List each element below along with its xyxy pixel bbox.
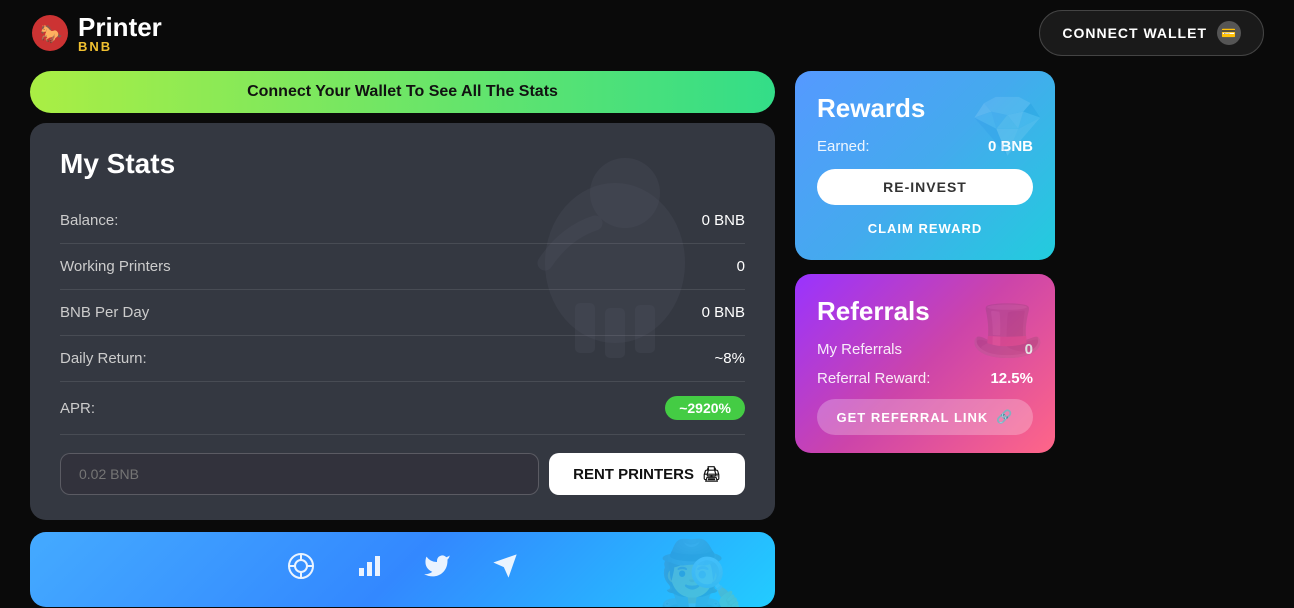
main-container: Connect Your Wallet To See All The Stats… — [0, 71, 1294, 607]
stat-row-balance: Balance: 0 BNB — [60, 198, 745, 244]
logo-text: Printer BNB — [78, 14, 162, 53]
right-panel: 💎 Rewards Earned: 0 BNB RE-INVEST CLAIM … — [795, 71, 1055, 607]
reinvest-label: RE-INVEST — [883, 179, 967, 195]
logo-icon: 🐎 — [30, 13, 70, 53]
daily-return-label: Daily Return: — [60, 350, 147, 367]
social-icon-twitter[interactable] — [423, 552, 451, 587]
referrals-bg-icon: 🎩 — [970, 294, 1045, 365]
logo-subtitle: BNB — [78, 40, 162, 53]
social-icon-chart[interactable] — [355, 552, 383, 587]
rewards-card: 💎 Rewards Earned: 0 BNB RE-INVEST CLAIM … — [795, 71, 1055, 260]
claim-label: CLAIM REWARD — [868, 221, 983, 236]
input-row: RENT PRINTERS 🖨 — [60, 453, 745, 495]
logo-area: 🐎 Printer BNB — [30, 13, 162, 53]
claim-reward-button[interactable]: CLAIM REWARD — [817, 215, 1033, 242]
reinvest-button[interactable]: RE-INVEST — [817, 169, 1033, 205]
referral-reward-value: 12.5% — [990, 370, 1033, 387]
printers-value: 0 — [737, 258, 745, 275]
referrals-card: 🎩 Referrals My Referrals 0 Referral Rewa… — [795, 274, 1055, 453]
social-bar: 🕵 — [30, 532, 775, 607]
printer-icon: 🖨 — [702, 465, 721, 483]
stats-card: My Stats Balance: 0 BNB Working Printers… — [30, 123, 775, 520]
banner-text: Connect Your Wallet To See All The Stats — [247, 83, 558, 100]
wallet-icon: 💳 — [1217, 21, 1241, 45]
apr-label: APR: — [60, 400, 95, 417]
my-referrals-label: My Referrals — [817, 341, 902, 358]
apr-badge: ~2920% — [665, 396, 745, 420]
connect-banner: Connect Your Wallet To See All The Stats — [30, 71, 775, 113]
daily-return-value: ~8% — [715, 350, 745, 367]
social-icon-telegram[interactable] — [491, 552, 519, 587]
social-bar-bg-icon: 🕵 — [658, 537, 745, 607]
balance-label: Balance: — [60, 212, 118, 229]
balance-value: 0 BNB — [702, 212, 745, 229]
get-referral-label: GET REFERRAL LINK — [836, 410, 988, 425]
bnb-per-day-label: BNB Per Day — [60, 304, 149, 321]
stat-row-printers: Working Printers 0 — [60, 244, 745, 290]
bnb-input[interactable] — [60, 453, 539, 495]
stat-row-bnb-per-day: BNB Per Day 0 BNB — [60, 290, 745, 336]
connect-wallet-button[interactable]: CONNECT WALLET 💳 — [1039, 10, 1264, 56]
stat-row-daily-return: Daily Return: ~8% — [60, 336, 745, 382]
stat-row-apr: APR: ~2920% — [60, 382, 745, 435]
stats-title: My Stats — [60, 148, 745, 180]
printers-label: Working Printers — [60, 258, 171, 275]
rent-btn-label: RENT PRINTERS — [573, 466, 694, 483]
connect-wallet-label: CONNECT WALLET — [1062, 25, 1207, 41]
rewards-bg-icon: 💎 — [970, 91, 1045, 162]
rent-printers-button[interactable]: RENT PRINTERS 🖨 — [549, 453, 745, 495]
social-icon-network[interactable] — [287, 552, 315, 587]
left-panel: Connect Your Wallet To See All The Stats… — [30, 71, 775, 607]
referral-icon: 🔗 — [996, 409, 1013, 425]
bnb-per-day-value: 0 BNB — [702, 304, 745, 321]
svg-text:🐎: 🐎 — [40, 24, 62, 44]
get-referral-link-button[interactable]: GET REFERRAL LINK 🔗 — [817, 399, 1033, 435]
referral-reward-label: Referral Reward: — [817, 370, 930, 387]
logo-title: Printer — [78, 14, 162, 40]
referral-reward-row: Referral Reward: 12.5% — [817, 370, 1033, 387]
header: 🐎 Printer BNB CONNECT WALLET 💳 — [0, 0, 1294, 66]
earned-label: Earned: — [817, 138, 870, 155]
